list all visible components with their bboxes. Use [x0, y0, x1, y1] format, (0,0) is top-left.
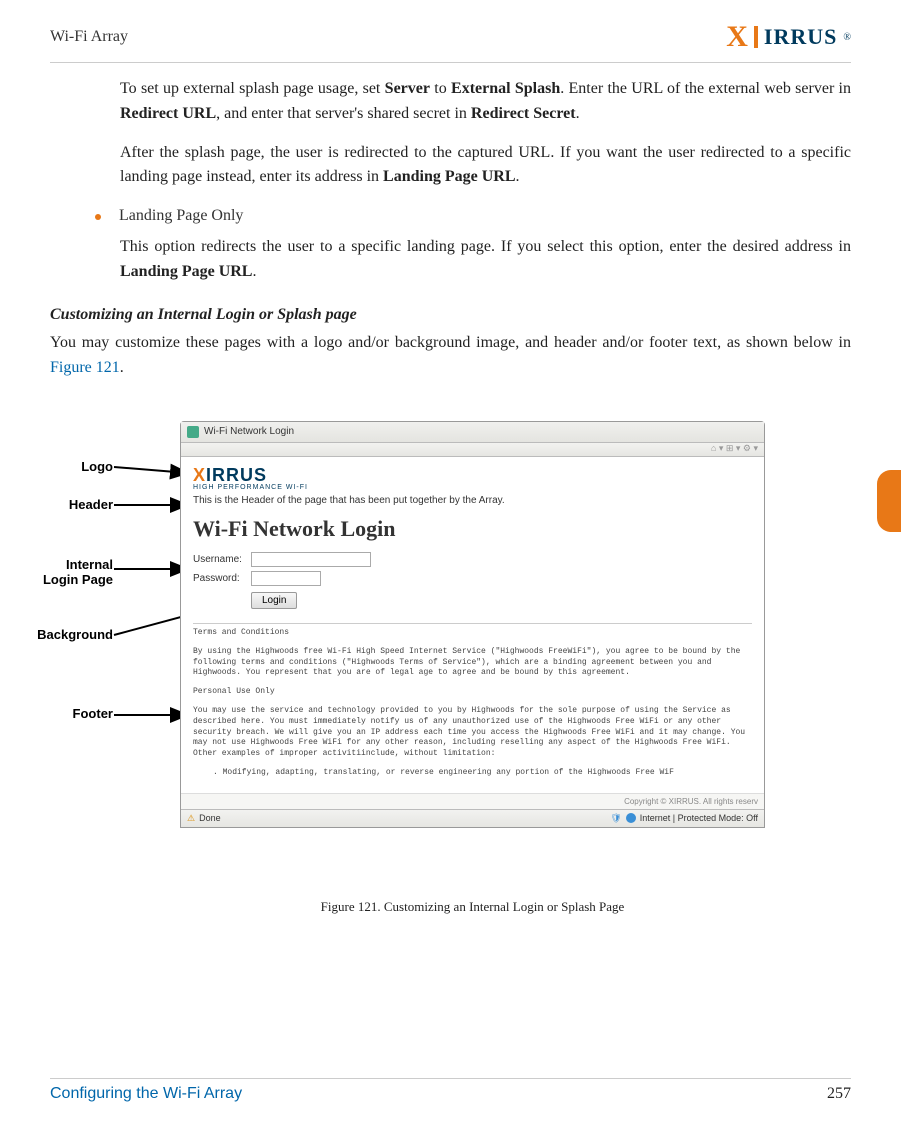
username-input[interactable] — [251, 552, 371, 567]
login-button[interactable]: Login — [251, 592, 297, 609]
callout-logo: Logo — [50, 459, 113, 474]
subheading-customizing: Customizing an Internal Login or Splash … — [50, 303, 851, 328]
browser-body: XIRRUS HIGH PERFORMANCE WI-FI This is th… — [181, 457, 764, 793]
divider — [193, 623, 752, 624]
status-right: Internet | Protected Mode: Off — [640, 813, 758, 823]
paragraph-after-splash: After the splash page, the user is redir… — [120, 141, 851, 191]
splash-header-text: This is the Header of the page that has … — [193, 495, 752, 506]
terms-block: Terms and Conditions By using the Highwo… — [193, 628, 752, 779]
callout-internal-1: Internal — [50, 557, 113, 572]
logo-i-mark — [754, 26, 758, 48]
header-left-text: Wi-Fi Array — [50, 28, 128, 46]
bullet-icon — [95, 214, 101, 220]
browser-tab-title: Wi-Fi Network Login — [204, 426, 294, 437]
splash-logo-subtitle: HIGH PERFORMANCE WI-FI — [193, 484, 752, 491]
logo-text: IRRUS — [764, 24, 837, 50]
callout-background: Background — [20, 627, 113, 642]
paragraph-customize-intro: You may customize these pages with a log… — [50, 331, 851, 381]
paragraph-landing-only: This option redirects the user to a spec… — [120, 235, 851, 285]
password-input[interactable] — [251, 571, 321, 586]
paragraph-external-splash: To set up external splash page usage, se… — [120, 77, 851, 127]
favicon-icon — [187, 426, 199, 438]
splash-title: Wi-Fi Network Login — [193, 516, 752, 542]
browser-status-bar: ⚠ Done 🛡 Internet | Protected Mode: Off — [181, 809, 764, 827]
footer-section: Configuring the Wi-Fi Array — [50, 1085, 242, 1103]
callout-footer: Footer — [50, 706, 113, 721]
splash-copyright: Copyright © XIRRUS. All rights reserv — [181, 793, 764, 809]
terms-list-item: . Modifying, adapting, translating, or r… — [213, 768, 752, 779]
callout-header: Header — [50, 497, 113, 512]
terms-title: Terms and Conditions — [193, 628, 752, 639]
terms-paragraph-1: By using the Highwoods free Wi-Fi High S… — [193, 647, 752, 679]
username-row: Username: — [193, 552, 752, 567]
splash-logo: XIRRUS — [193, 465, 752, 486]
shield-icon: 🛡 — [610, 813, 621, 824]
main-content: To set up external splash page usage, se… — [0, 63, 901, 381]
bullet-text: Landing Page Only — [119, 204, 243, 229]
logo-x-char: X — [726, 20, 748, 54]
browser-tab: Wi-Fi Network Login — [181, 422, 764, 443]
password-label: Password: — [193, 573, 251, 584]
page-number: 257 — [827, 1085, 851, 1103]
username-label: Username: — [193, 554, 251, 565]
side-tab-ornament — [877, 470, 901, 532]
terms-paragraph-2: You may use the service and technology p… — [193, 706, 752, 760]
terms-subhead: Personal Use Only — [193, 687, 752, 698]
figure-121-wrap: Logo Header Internal Login Page Backgrou… — [50, 421, 851, 921]
page-header: Wi-Fi Array X IRRUS ® — [0, 0, 901, 62]
xirrus-logo: X IRRUS ® — [726, 20, 851, 54]
figure-caption: Figure 121. Customizing an Internal Logi… — [180, 899, 765, 915]
footer: Configuring the Wi-Fi Array 257 — [50, 1078, 851, 1103]
login-page-screenshot: Wi-Fi Network Login ⌂ ▾ ⊞ ▾ ⚙ ▾ XIRRUS H… — [180, 421, 765, 828]
bullet-landing-only: Landing Page Only — [95, 204, 851, 229]
callout-internal-2: Login Page — [20, 572, 113, 587]
status-left: Done — [199, 813, 221, 823]
browser-toolbar: ⌂ ▾ ⊞ ▾ ⚙ ▾ — [181, 443, 764, 457]
globe-icon — [626, 813, 636, 823]
warning-icon: ⚠ — [187, 813, 195, 824]
figure-link[interactable]: Figure 121 — [50, 359, 120, 376]
registered-mark: ® — [843, 32, 851, 43]
password-row: Password: — [193, 571, 752, 586]
